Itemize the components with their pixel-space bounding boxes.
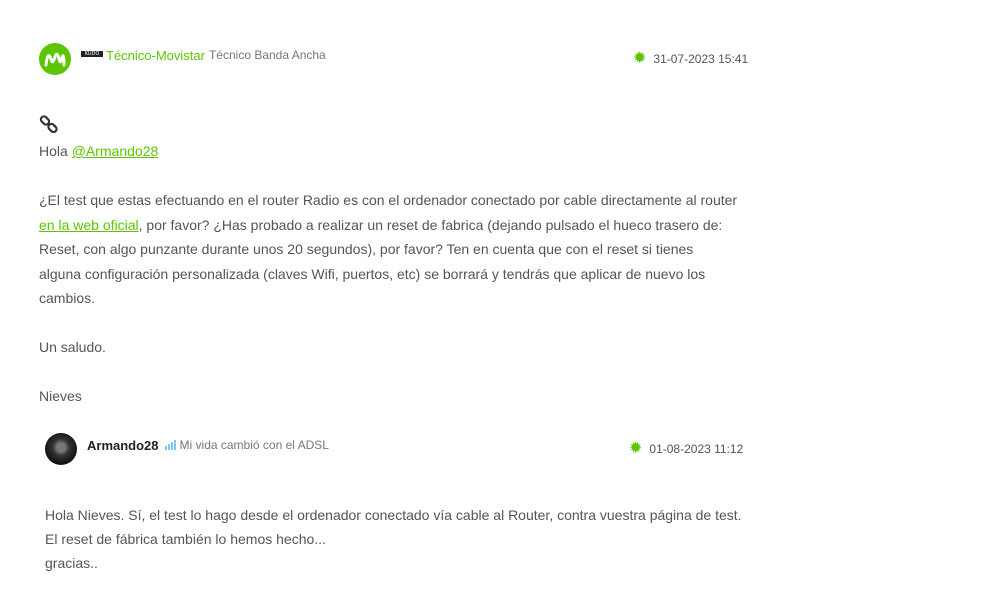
author-name[interactable]: Técnico-Movistar bbox=[106, 48, 205, 63]
post-header: KUDO Técnico-Movistar Técnico Banda Anch… bbox=[39, 43, 326, 75]
body-paragraph: ¿El test que estas efectuando en el rout… bbox=[39, 188, 739, 311]
kudo-badge: KUDO bbox=[81, 51, 103, 57]
mention-link[interactable]: @Armando28 bbox=[72, 143, 159, 159]
gear-icon: ✹ bbox=[633, 50, 647, 67]
movistar-avatar[interactable] bbox=[39, 43, 71, 75]
greeting-text: Hola bbox=[39, 143, 72, 159]
gear-icon: ✹ bbox=[629, 440, 643, 457]
post-body: Hola @Armando28 ¿El test que estas efect… bbox=[39, 139, 739, 409]
post-date-text: 01-08-2023 11:12 bbox=[649, 442, 744, 456]
movistar-logo-icon bbox=[44, 52, 66, 67]
author-name[interactable]: Armando28 bbox=[87, 438, 159, 453]
post-date-text: 31-07-2023 15:41 bbox=[653, 52, 749, 66]
signature-line: Nieves bbox=[39, 388, 82, 404]
paragraph-text-a: ¿El test que estas efectuando en el rout… bbox=[39, 192, 738, 208]
author-rank: Técnico Banda Ancha bbox=[208, 48, 326, 62]
closing-line: Un saludo. bbox=[39, 339, 106, 355]
post-body: Hola Nieves. Sí, el test lo hago desde e… bbox=[45, 503, 745, 575]
signal-bars-icon bbox=[164, 440, 176, 450]
post-header: Armando28 Mi vida cambió con el ADSL bbox=[45, 433, 329, 465]
chain-link-icon[interactable] bbox=[39, 115, 59, 140]
body-line: Hola Nieves. Sí, el test lo hago desde e… bbox=[45, 507, 742, 523]
author-rank: Mi vida cambió con el ADSL bbox=[179, 438, 329, 452]
paragraph-text-b: , por favor? ¿Has probado a realizar un … bbox=[39, 216, 723, 307]
official-web-link[interactable]: en la web oficial bbox=[39, 217, 139, 233]
body-line: gracias.. bbox=[45, 555, 98, 571]
post-date: ✹ 31-07-2023 15:41 bbox=[633, 51, 748, 67]
post-date: ✹ 01-08-2023 11:12 bbox=[629, 441, 743, 457]
body-line: El reset de fábrica también lo hemos hec… bbox=[45, 531, 326, 547]
greeting-line: Hola @Armando28 bbox=[39, 139, 739, 164]
avatar[interactable] bbox=[45, 433, 77, 465]
